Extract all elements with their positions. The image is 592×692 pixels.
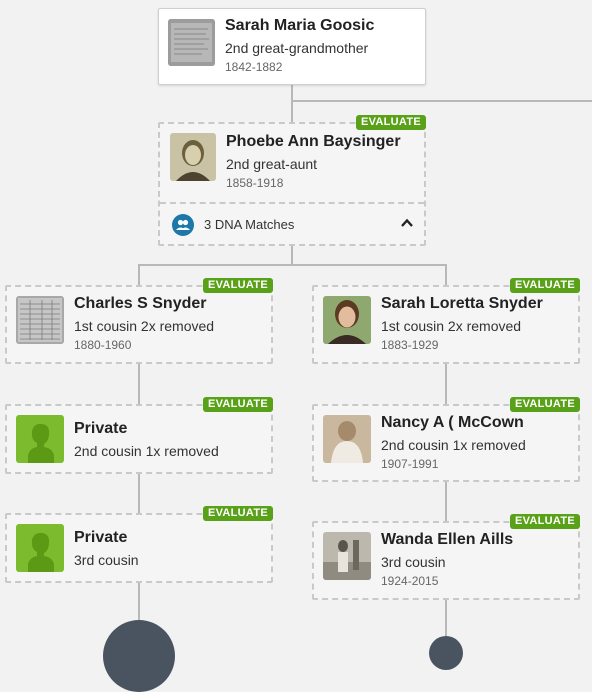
headstone-photo [168,19,215,66]
connector-line [138,264,447,266]
silhouette-avatar-icon [16,524,64,572]
person-name: Private [74,529,128,546]
chevron-up-icon[interactable] [400,216,414,235]
portrait-photo [323,296,371,344]
person-card-nancy-a-mccown[interactable]: EVALUATE Nancy A ( McCown 2nd cousin 1x … [312,397,580,482]
collapsed-branch-node[interactable] [103,620,175,692]
connector-line [138,473,140,514]
connector-line [445,481,447,522]
person-name: Private [74,420,128,437]
connector-line [445,599,447,639]
person-relationship: 1st cousin 2x removed [381,318,522,334]
person-name: Sarah Loretta Snyder [381,295,543,312]
connector-line [445,264,447,286]
family-tree-view: { "badge_label": "EVALUATE", "cards": { … [0,0,592,692]
person-years: 1907-1991 [381,457,439,471]
person-relationship: 3rd cousin [381,554,446,570]
person-years: 1883-1929 [381,338,439,352]
person-card-phoebe-ann-baysinger[interactable]: EVALUATE Phoebe Ann Baysinger 2nd great-… [158,115,426,247]
connector-line [445,363,447,405]
evaluate-badge[interactable]: EVALUATE [355,115,426,130]
person-name: Phoebe Ann Baysinger [226,133,401,150]
person-relationship: 1st cousin 2x removed [74,318,215,334]
connector-line [138,264,140,286]
person-name: Nancy A ( McCown [381,414,524,431]
person-years: 1924-2015 [381,574,439,588]
dna-match-icon [172,214,194,236]
person-card-wanda-ellen-aills[interactable]: EVALUATE Wanda Ellen Aills 3rd cousin 19… [312,514,580,600]
portrait-photo [170,133,216,181]
evaluate-badge[interactable]: EVALUATE [202,506,273,521]
evaluate-badge[interactable]: EVALUATE [509,514,580,529]
person-years: 1858-1918 [226,176,284,190]
connector-line [291,245,293,265]
person-relationship: 2nd cousin 1x removed [74,443,219,459]
person-card-charles-s-snyder[interactable]: EVALUATE Charles S Snyder 1st cousin 2x … [5,278,273,364]
evaluate-badge[interactable]: EVALUATE [509,397,580,412]
person-name: Sarah Maria Goosic [225,17,375,34]
person-card-private-2[interactable]: EVALUATE Private 3rd cousin [5,506,273,583]
evaluate-badge[interactable]: EVALUATE [509,278,580,293]
connector-line [138,582,140,622]
connector-line [291,84,293,122]
person-relationship: 2nd cousin 1x removed [381,437,526,453]
person-relationship: 2nd great-aunt [226,156,318,172]
dna-matches-toggle[interactable]: 3 DNA Matches [160,202,424,247]
person-card-sarah-loretta-snyder[interactable]: EVALUATE Sarah Loretta Snyder 1st cousin… [312,278,580,364]
portrait-photo [323,415,371,463]
evaluate-badge[interactable]: EVALUATE [202,397,273,412]
person-years: 1880-1960 [74,338,132,352]
evaluate-badge[interactable]: EVALUATE [202,278,273,293]
record-image [16,296,64,344]
person-name: Wanda Ellen Aills [381,531,514,548]
dna-matches-label: 3 DNA Matches [204,217,295,232]
person-card-sarah-maria-goosic[interactable]: Sarah Maria Goosic 2nd great-grandmother… [158,8,426,85]
collapsed-branch-node[interactable] [429,636,463,670]
person-relationship: 2nd great-grandmother [225,40,369,56]
person-name: Charles S Snyder [74,295,207,312]
person-card-private-1[interactable]: EVALUATE Private 2nd cousin 1x removed [5,397,273,474]
connector-line [291,100,592,102]
person-years: 1842-1882 [225,60,283,74]
portrait-photo [323,532,371,580]
connector-line [138,363,140,405]
silhouette-avatar-icon [16,415,64,463]
person-relationship: 3rd cousin [74,552,139,568]
